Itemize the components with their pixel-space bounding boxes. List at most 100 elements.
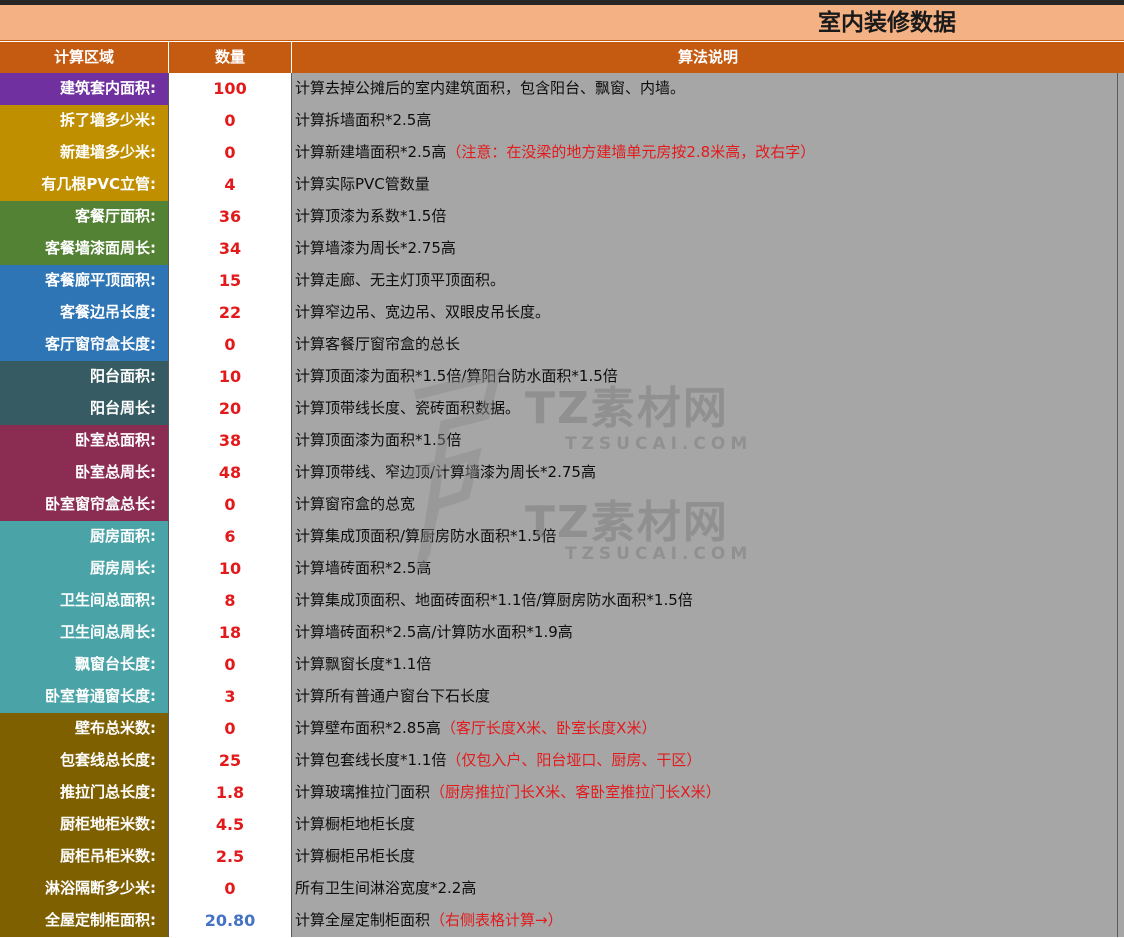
row-value-cell[interactable]: 15 xyxy=(169,265,292,297)
row-value-cell[interactable]: 4.5 xyxy=(169,809,292,841)
header-method[interactable]: 算法说明 xyxy=(292,42,1124,73)
row-description-cell[interactable]: 计算走廊、无主灯顶平顶面积。 xyxy=(292,265,1118,297)
row-edge-cell xyxy=(1118,73,1124,105)
row-label-cell[interactable]: 阳台面积: xyxy=(0,361,169,393)
row-label-cell[interactable]: 厨房周长: xyxy=(0,553,169,585)
row-value-cell[interactable]: 100 xyxy=(169,73,292,105)
row-value-cell[interactable]: 34 xyxy=(169,233,292,265)
row-label-cell[interactable]: 卧室总周长: xyxy=(0,457,169,489)
row-value-cell[interactable]: 10 xyxy=(169,553,292,585)
row-label-cell[interactable]: 拆了墙多少米: xyxy=(0,105,169,137)
row-label-cell[interactable]: 卫生间总面积: xyxy=(0,585,169,617)
row-label-cell[interactable]: 卧室普通窗长度: xyxy=(0,681,169,713)
row-label-cell[interactable]: 包套线总长度: xyxy=(0,745,169,777)
header-qty[interactable]: 数量 xyxy=(169,42,292,73)
row-description-cell[interactable]: 计算集成顶面积、地面砖面积*1.1倍/算厨房防水面积*1.5倍 xyxy=(292,585,1118,617)
row-description-text: 计算墙砖面积*2.5高/计算防水面积*1.9高 xyxy=(295,623,573,641)
row-edge-cell xyxy=(1118,809,1124,841)
row-value-cell[interactable]: 0 xyxy=(169,489,292,521)
row-value-cell[interactable]: 8 xyxy=(169,585,292,617)
table-row: 客餐边吊长度: 22 计算窄边吊、宽边吊、双眼皮吊长度。 xyxy=(0,297,1124,329)
row-description-text: 计算顶带线、窄边顶/计算墙漆为周长*2.75高 xyxy=(295,463,596,481)
row-description-cell[interactable]: 计算窗帘盒的总宽 xyxy=(292,489,1118,521)
row-value-cell[interactable]: 48 xyxy=(169,457,292,489)
row-value-cell[interactable]: 4 xyxy=(169,169,292,201)
table-row: 建筑套内面积: 100 计算去掉公摊后的室内建筑面积，包含阳台、飘窗、内墙。 xyxy=(0,73,1124,105)
row-description-cell[interactable]: 计算窄边吊、宽边吊、双眼皮吊长度。 xyxy=(292,297,1118,329)
row-label-cell[interactable]: 全屋定制柜面积: xyxy=(0,905,169,937)
row-label-cell[interactable]: 卧室总面积: xyxy=(0,425,169,457)
row-value-cell[interactable]: 0 xyxy=(169,873,292,905)
row-label-cell[interactable]: 厨房面积: xyxy=(0,521,169,553)
row-edge-cell xyxy=(1118,457,1124,489)
row-description-cell[interactable]: 计算客餐厅窗帘盒的总长 xyxy=(292,329,1118,361)
row-label-cell[interactable]: 卫生间总周长: xyxy=(0,617,169,649)
table-row: 包套线总长度: 25 计算包套线长度*1.1倍（仅包入户、阳台垭口、厨房、干区） xyxy=(0,745,1124,777)
row-value-cell[interactable]: 3 xyxy=(169,681,292,713)
row-description-cell[interactable]: 计算实际PVC管数量 xyxy=(292,169,1118,201)
row-description-cell[interactable]: 计算集成顶面积/算厨房防水面积*1.5倍 xyxy=(292,521,1118,553)
row-label-cell[interactable]: 客餐边吊长度: xyxy=(0,297,169,329)
row-label-cell[interactable]: 新建墙多少米: xyxy=(0,137,169,169)
row-label-cell[interactable]: 厨柜地柜米数: xyxy=(0,809,169,841)
row-value-cell[interactable]: 0 xyxy=(169,105,292,137)
row-description-cell[interactable]: 计算墙漆为周长*2.75高 xyxy=(292,233,1118,265)
row-label-cell[interactable]: 淋浴隔断多少米: xyxy=(0,873,169,905)
row-label-cell[interactable]: 客餐廊平顶面积: xyxy=(0,265,169,297)
row-label-cell[interactable]: 阳台周长: xyxy=(0,393,169,425)
row-label-cell[interactable]: 客餐厅面积: xyxy=(0,201,169,233)
header-area[interactable]: 计算区域 xyxy=(0,42,169,73)
row-description-cell[interactable]: 计算飘窗长度*1.1倍 xyxy=(292,649,1118,681)
row-value-cell[interactable]: 20.80 xyxy=(169,905,292,937)
row-label-cell[interactable]: 客厅窗帘盒长度: xyxy=(0,329,169,361)
row-edge-cell xyxy=(1118,169,1124,201)
row-description-cell[interactable]: 计算顶带线长度、瓷砖面积数据。 xyxy=(292,393,1118,425)
row-value-cell[interactable]: 10 xyxy=(169,361,292,393)
row-value-cell[interactable]: 36 xyxy=(169,201,292,233)
row-description-cell[interactable]: 计算拆墙面积*2.5高 xyxy=(292,105,1118,137)
table-row: 卧室窗帘盒总长: 0 计算窗帘盒的总宽 xyxy=(0,489,1124,521)
row-label-cell[interactable]: 卧室窗帘盒总长: xyxy=(0,489,169,521)
row-value-cell[interactable]: 22 xyxy=(169,297,292,329)
row-note-text: （右侧表格计算→） xyxy=(430,911,563,929)
row-description-cell[interactable]: 所有卫生间淋浴宽度*2.2高 xyxy=(292,873,1118,905)
row-value-cell[interactable]: 2.5 xyxy=(169,841,292,873)
row-value-cell[interactable]: 0 xyxy=(169,329,292,361)
row-description-text: 计算包套线长度*1.1倍 xyxy=(295,751,447,769)
row-value-cell[interactable]: 0 xyxy=(169,137,292,169)
row-description-cell[interactable]: 计算全屋定制柜面积（右侧表格计算→） xyxy=(292,905,1118,937)
row-description-cell[interactable]: 计算顶面漆为面积*1.5倍 xyxy=(292,425,1118,457)
row-description-cell[interactable]: 计算顶漆为系数*1.5倍 xyxy=(292,201,1118,233)
row-description-cell[interactable]: 计算包套线长度*1.1倍（仅包入户、阳台垭口、厨房、干区） xyxy=(292,745,1118,777)
row-edge-cell xyxy=(1118,745,1124,777)
table-row: 卧室总周长: 48 计算顶带线、窄边顶/计算墙漆为周长*2.75高 xyxy=(0,457,1124,489)
row-description-cell[interactable]: 计算橱柜地柜长度 xyxy=(292,809,1118,841)
row-value-cell[interactable]: 38 xyxy=(169,425,292,457)
row-label-cell[interactable]: 有几根PVC立管: xyxy=(0,169,169,201)
row-value-cell[interactable]: 6 xyxy=(169,521,292,553)
row-value-cell[interactable]: 0 xyxy=(169,713,292,745)
row-description-cell[interactable]: 计算壁布面积*2.85高（客厅长度X米、卧室长度X米） xyxy=(292,713,1118,745)
row-description-cell[interactable]: 计算墙砖面积*2.5高/计算防水面积*1.9高 xyxy=(292,617,1118,649)
row-description-cell[interactable]: 计算新建墙面积*2.5高（注意：在没梁的地方建墙单元房按2.8米高，改右字） xyxy=(292,137,1118,169)
row-value-cell[interactable]: 25 xyxy=(169,745,292,777)
row-value-cell[interactable]: 1.8 xyxy=(169,777,292,809)
row-value-cell[interactable]: 20 xyxy=(169,393,292,425)
row-description-cell[interactable]: 计算所有普通户窗台下石长度 xyxy=(292,681,1118,713)
row-value-cell[interactable]: 18 xyxy=(169,617,292,649)
row-label-cell[interactable]: 推拉门总长度: xyxy=(0,777,169,809)
row-description-cell[interactable]: 计算顶带线、窄边顶/计算墙漆为周长*2.75高 xyxy=(292,457,1118,489)
row-label-cell[interactable]: 厨柜吊柜米数: xyxy=(0,841,169,873)
row-value-cell[interactable]: 0 xyxy=(169,649,292,681)
row-description-cell[interactable]: 计算橱柜吊柜长度 xyxy=(292,841,1118,873)
row-label-cell[interactable]: 建筑套内面积: xyxy=(0,73,169,105)
row-description-cell[interactable]: 计算墙砖面积*2.5高 xyxy=(292,553,1118,585)
row-description-cell[interactable]: 计算顶面漆为面积*1.5倍/算阳台防水面积*1.5倍 xyxy=(292,361,1118,393)
table-row: 客厅窗帘盒长度: 0 计算客餐厅窗帘盒的总长 xyxy=(0,329,1124,361)
row-label-cell[interactable]: 客餐墙漆面周长: xyxy=(0,233,169,265)
row-label-cell[interactable]: 飘窗台长度: xyxy=(0,649,169,681)
row-description-cell[interactable]: 计算玻璃推拉门面积（厨房推拉门长X米、客卧室推拉门长X米） xyxy=(292,777,1118,809)
row-description-cell[interactable]: 计算去掉公摊后的室内建筑面积，包含阳台、飘窗、内墙。 xyxy=(292,73,1118,105)
row-note-text: （客厅长度X米、卧室长度X米） xyxy=(440,719,657,737)
row-label-cell[interactable]: 壁布总米数: xyxy=(0,713,169,745)
